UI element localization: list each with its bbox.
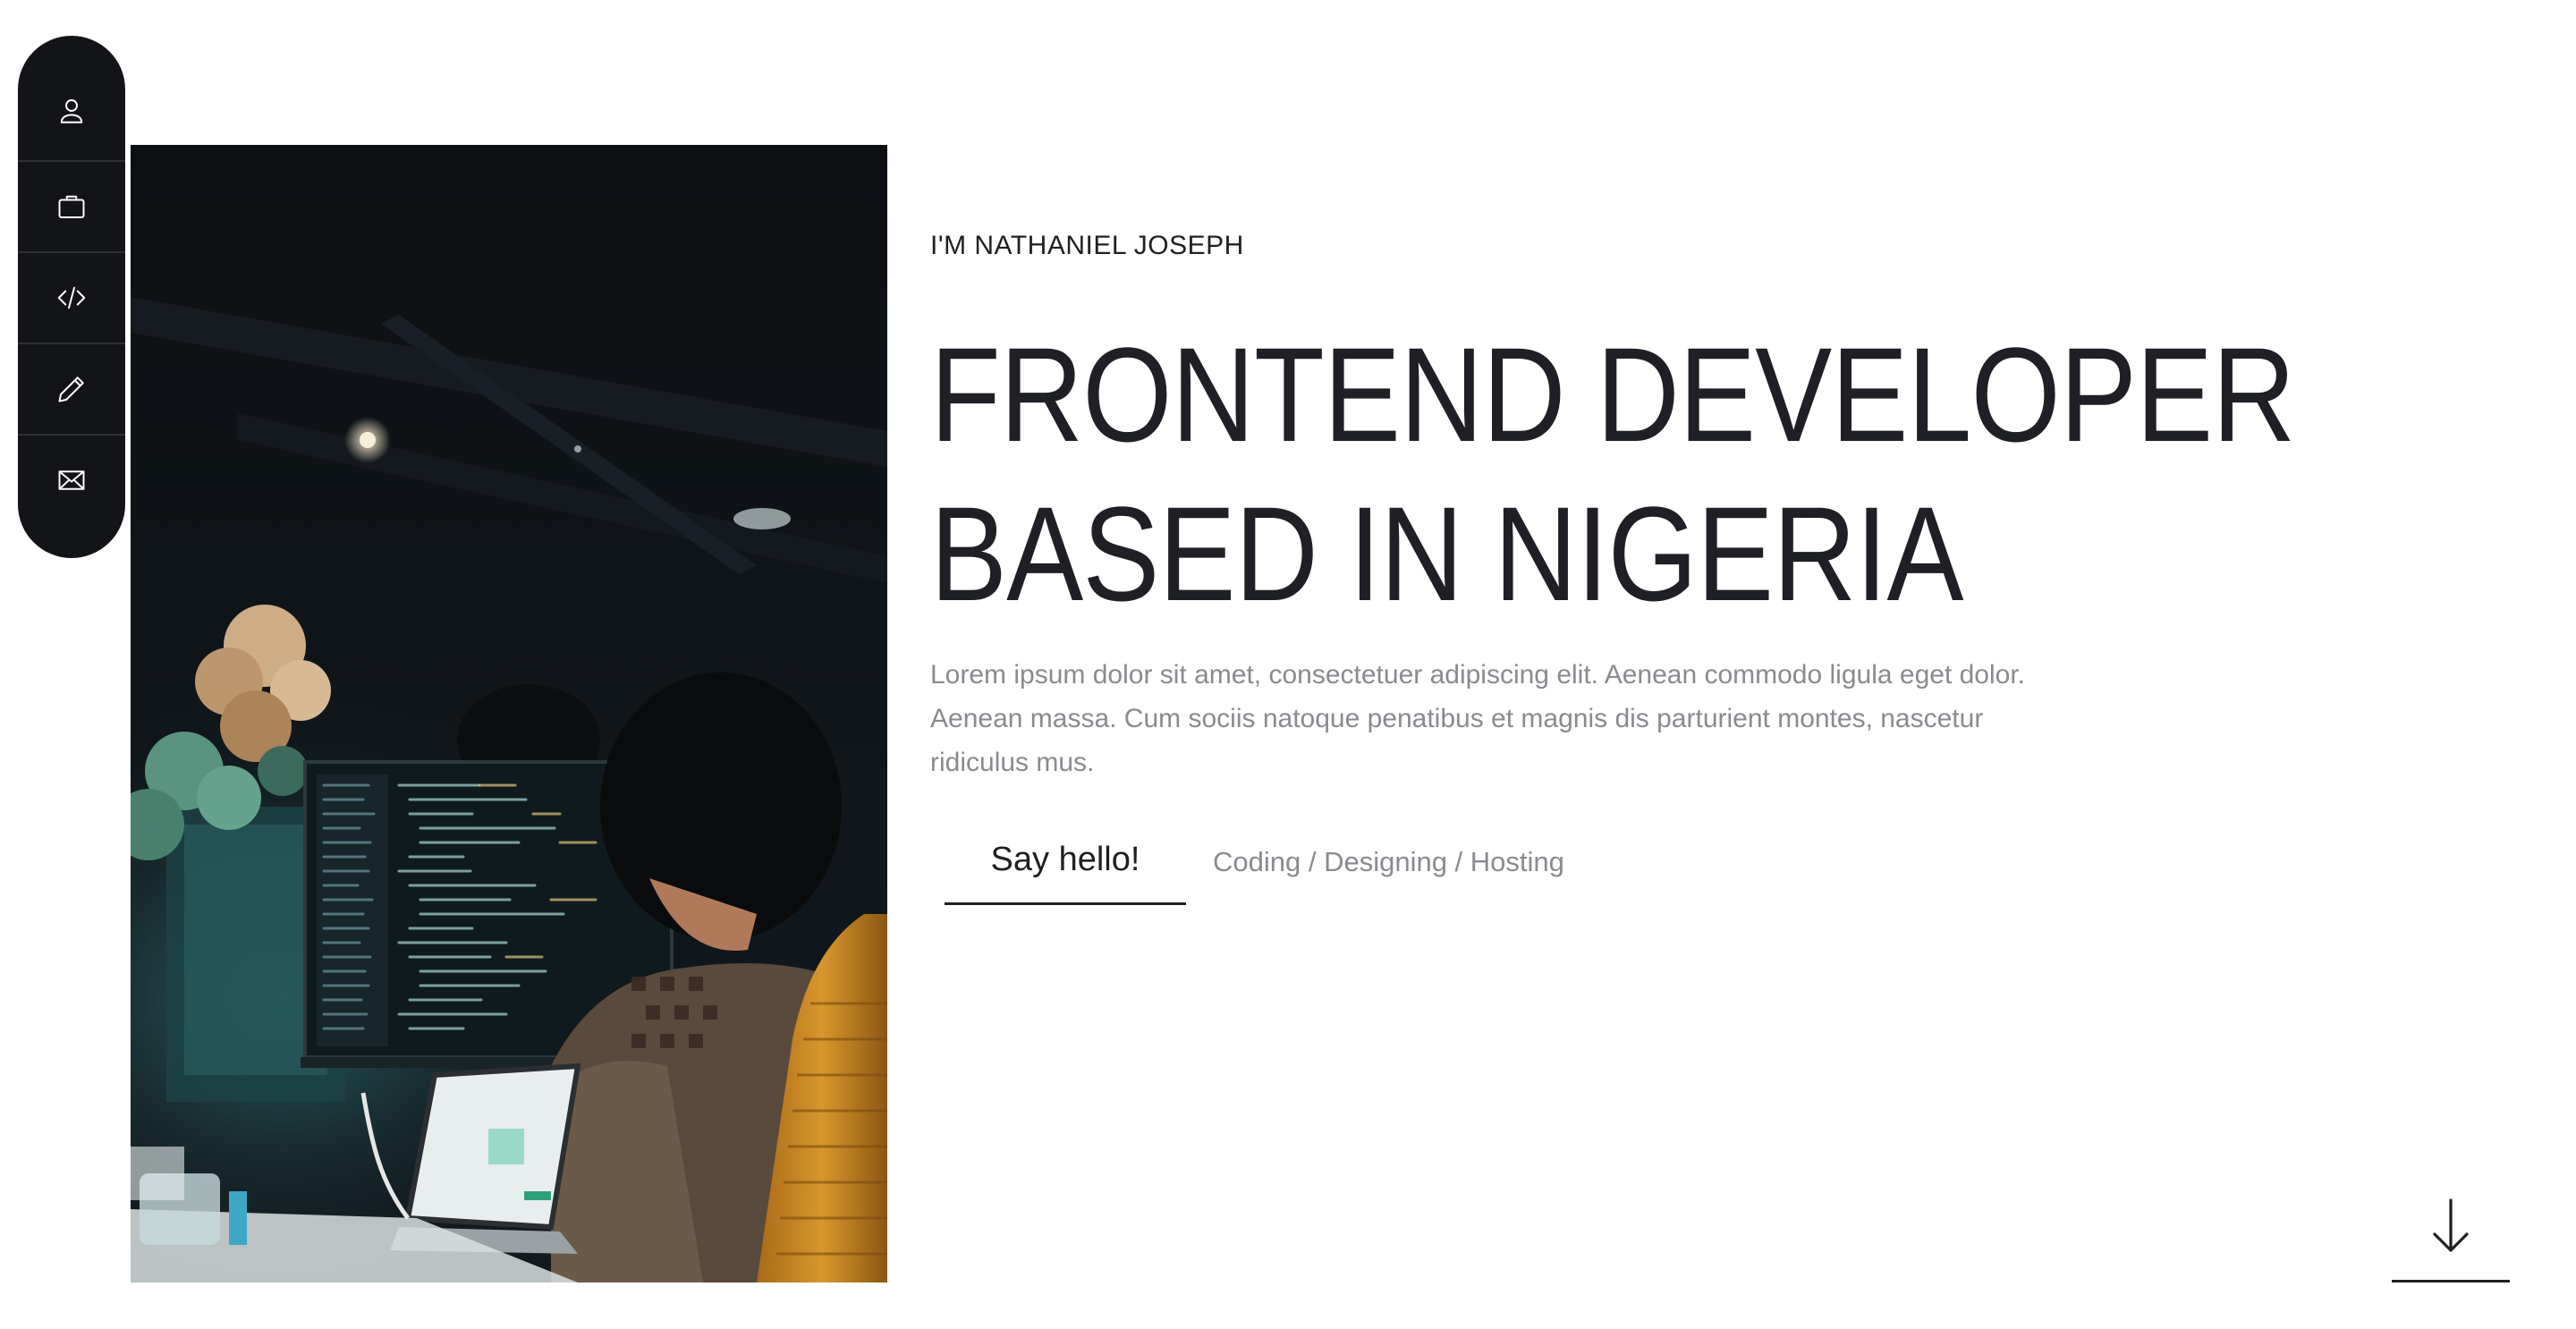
hero-headline: FRONTEND DEVELOPER BASED IN NIGERIA: [930, 315, 2295, 633]
side-navigation: [18, 36, 125, 558]
arrow-down-icon: [2433, 1198, 2469, 1252]
say-hello-button[interactable]: Say hello!: [945, 830, 1186, 905]
intro-eyebrow: I'M NATHANIEL JOSEPH: [930, 231, 1244, 260]
code-icon: [57, 286, 86, 309]
developer-at-desk-illustration: [131, 145, 887, 1282]
envelope-icon: [58, 470, 85, 490]
nav-item-contact[interactable]: [18, 436, 125, 525]
nav-item-about[interactable]: [18, 66, 125, 156]
pencil-icon: [58, 377, 84, 402]
briefcase-icon: [58, 195, 85, 218]
hero-bio: Lorem ipsum dolor sit amet, consectetuer…: [930, 660, 2026, 777]
nav-item-work[interactable]: [18, 162, 125, 251]
scroll-down-button[interactable]: [2392, 1189, 2510, 1282]
hero-photo: [131, 145, 887, 1282]
user-icon: [60, 99, 83, 123]
nav-item-blog[interactable]: [18, 344, 125, 434]
services-tags: Coding / Designing / Hosting: [1213, 846, 1564, 877]
headline-line-1: FRONTEND DEVELOPER: [930, 319, 2295, 470]
nav-item-projects[interactable]: [18, 253, 125, 343]
headline-line-2: BASED IN NIGERIA: [930, 478, 1964, 629]
